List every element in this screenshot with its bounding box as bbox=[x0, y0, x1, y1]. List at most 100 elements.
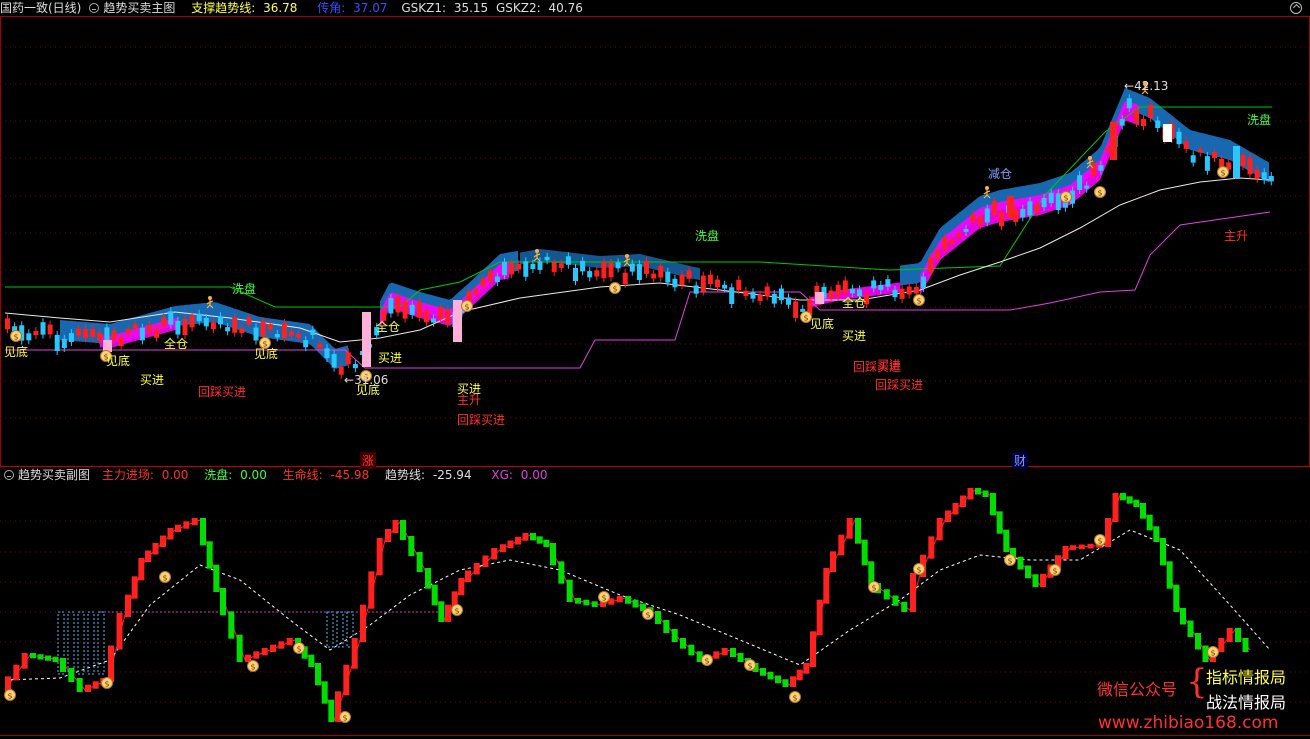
sub-bar bbox=[566, 579, 573, 602]
sub-bar bbox=[632, 599, 639, 608]
candle-body bbox=[715, 279, 720, 288]
money-bag-icon: $ bbox=[162, 574, 167, 583]
sub-bar bbox=[536, 536, 543, 544]
candle-body bbox=[118, 337, 124, 347]
sub-bar bbox=[550, 543, 556, 566]
signal-xipan: 洗盘 bbox=[232, 282, 257, 296]
sub-bar bbox=[1070, 545, 1076, 550]
sub-bar bbox=[392, 520, 399, 533]
sub-bar bbox=[796, 669, 803, 681]
candle-body bbox=[771, 293, 777, 304]
candle-body bbox=[1190, 155, 1196, 163]
candle-body bbox=[480, 278, 486, 287]
sub-bar bbox=[491, 548, 498, 560]
sub-bar bbox=[167, 528, 174, 540]
candle-body bbox=[899, 288, 905, 299]
date-marker-cai[interactable]: 财 bbox=[1012, 452, 1029, 469]
watermark-line1: 指标情报局 bbox=[1206, 668, 1287, 687]
candle-body bbox=[502, 261, 507, 276]
sub-bar bbox=[625, 596, 631, 604]
candle-body bbox=[1041, 197, 1047, 208]
money-bag-icon: $ bbox=[612, 285, 617, 294]
sub-bar bbox=[45, 655, 51, 661]
candle-body bbox=[523, 261, 529, 277]
sub-bar bbox=[655, 611, 661, 624]
signal-quancang: 全仓 bbox=[376, 320, 401, 334]
money-bag-icon: $ bbox=[916, 297, 921, 306]
candle-body bbox=[267, 323, 273, 330]
candle-body bbox=[516, 263, 522, 270]
candle-body bbox=[76, 328, 81, 336]
candle-body bbox=[487, 270, 493, 282]
candle-body bbox=[871, 280, 877, 289]
candle-body bbox=[232, 317, 238, 333]
candle-body bbox=[743, 290, 749, 297]
sub-bar bbox=[400, 520, 406, 540]
sub-bar bbox=[131, 576, 138, 599]
candle-body bbox=[90, 329, 96, 337]
signal-xipan: 洗盘 bbox=[695, 229, 720, 243]
sub-bar bbox=[68, 668, 75, 682]
candle-body bbox=[352, 364, 358, 369]
money-bag-icon: $ bbox=[1063, 194, 1068, 203]
sub-bar bbox=[328, 699, 335, 722]
sub-bar bbox=[431, 584, 438, 606]
candle-body bbox=[246, 317, 252, 325]
sub-bar bbox=[910, 573, 916, 612]
sub-bar bbox=[671, 629, 678, 642]
candle-body bbox=[416, 301, 422, 318]
sub-bar bbox=[803, 663, 810, 674]
sub-bar bbox=[1180, 608, 1186, 625]
candle-body bbox=[509, 263, 515, 275]
candle-body bbox=[47, 324, 53, 335]
candle-body bbox=[1027, 201, 1033, 216]
candle-body bbox=[1098, 165, 1104, 171]
signal-jiandi: 见底 bbox=[254, 347, 279, 361]
sub-bar bbox=[1087, 543, 1094, 549]
sub-bar bbox=[465, 570, 471, 582]
signal-quancang: 全仓 bbox=[842, 296, 867, 310]
sub-bar bbox=[37, 654, 44, 660]
kline-chart-canvas[interactable]: $$$$$$$$$$$$$$$$$$$$$$$$$$$$$ bbox=[0, 0, 1310, 739]
candle-body bbox=[423, 310, 429, 323]
candle-body bbox=[665, 271, 671, 283]
sub-bar bbox=[145, 550, 151, 562]
sub-bar bbox=[152, 543, 159, 555]
signal-jiandi: 见底 bbox=[4, 345, 29, 359]
sub-bar bbox=[767, 671, 774, 680]
sub-bar bbox=[1126, 496, 1133, 504]
money-bag-icon: $ bbox=[7, 692, 12, 701]
money-bag-icon: $ bbox=[792, 694, 797, 703]
signal-mairu: 买进 bbox=[877, 358, 902, 372]
sub-bar bbox=[1160, 538, 1166, 566]
candle-body bbox=[530, 263, 536, 270]
sub-bar bbox=[213, 564, 220, 592]
sub-bar bbox=[507, 540, 514, 549]
signal-huicai: 回踩买进 bbox=[875, 378, 924, 392]
candle-body bbox=[1254, 169, 1260, 179]
candle-body bbox=[196, 313, 202, 322]
sub-bar bbox=[713, 651, 720, 659]
candle-body bbox=[218, 316, 223, 325]
watermark-url: www.zhibiao168.com bbox=[1098, 713, 1279, 733]
candle-body bbox=[608, 263, 614, 278]
money-bag-icon: $ bbox=[1052, 567, 1057, 576]
sub-bar bbox=[473, 563, 480, 575]
candle-body bbox=[1133, 110, 1139, 124]
candle-body bbox=[175, 320, 181, 335]
money-bag-icon: $ bbox=[1097, 537, 1102, 546]
sub-bar bbox=[1153, 526, 1160, 542]
candle-body bbox=[97, 332, 103, 341]
sub-bar bbox=[810, 631, 816, 667]
sub-bar bbox=[1120, 493, 1126, 501]
sub-bar bbox=[1133, 499, 1140, 507]
sub-bar bbox=[52, 656, 59, 662]
sub-bar bbox=[1146, 514, 1153, 531]
date-marker-zhang[interactable]: 涨 bbox=[360, 452, 377, 469]
sub-bar bbox=[936, 518, 943, 541]
candle-body bbox=[317, 343, 323, 348]
sub-bar bbox=[445, 604, 451, 622]
sub-bar bbox=[945, 510, 951, 522]
candle-body bbox=[1212, 152, 1217, 158]
candle-body bbox=[26, 333, 32, 341]
